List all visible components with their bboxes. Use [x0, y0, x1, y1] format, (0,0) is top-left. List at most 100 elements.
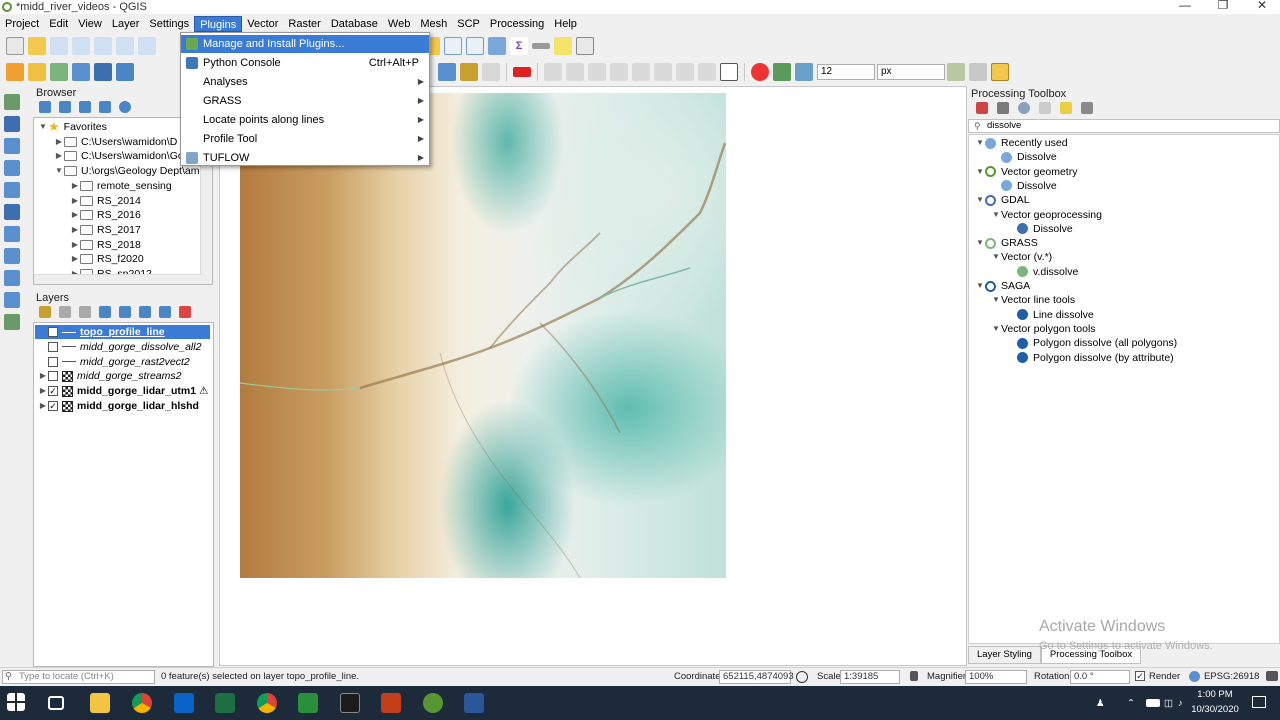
scripts-icon[interactable] — [997, 102, 1009, 114]
plugins-menu-item[interactable]: Analyses ▶ — [181, 73, 429, 91]
menu-scp[interactable]: SCP — [452, 16, 485, 32]
layer-visibility-checkbox[interactable] — [48, 341, 58, 352]
browser-tree-item[interactable]: ▶ RS_f2020 — [70, 252, 144, 266]
chevron-down-icon[interactable]: ▼ — [54, 164, 64, 178]
browser-h-scrollbar[interactable] — [34, 274, 202, 284]
chevron-down-icon[interactable]: ▼ — [975, 165, 985, 179]
chevron-right-icon[interactable]: ▶ — [70, 238, 80, 252]
filter-legend-icon[interactable] — [99, 306, 111, 318]
plugins-menu-item[interactable]: Python Console Ctrl+Alt+P — [181, 54, 429, 72]
processing-tree-item[interactable]: ▼ Recently used — [975, 136, 1068, 150]
text-annotation-icon[interactable] — [576, 37, 594, 55]
processing-tree-item[interactable]: ▼ Vector polygon tools — [991, 322, 1096, 336]
word-icon[interactable] — [464, 693, 484, 713]
manage-theme-icon[interactable] — [79, 306, 91, 318]
processing-tree-item[interactable]: Line dissolve — [1007, 308, 1094, 322]
plugins-menu-item[interactable]: TUFLOW ▶ — [181, 149, 429, 167]
processing-search-input[interactable]: dissolve — [968, 119, 1280, 133]
tab-layer-styling[interactable]: Layer Styling — [968, 646, 1041, 664]
chevron-down-icon[interactable]: ▼ — [991, 208, 1001, 222]
chevron-down-icon[interactable]: ▼ — [991, 293, 1001, 307]
chrome-2-icon[interactable] — [257, 693, 277, 713]
menu-web[interactable]: Web — [383, 16, 415, 32]
chevron-right-icon[interactable]: ▶ — [70, 179, 80, 193]
qgis-taskbar-icon[interactable] — [423, 693, 443, 713]
magnifier-field[interactable]: 100% — [965, 670, 1027, 684]
zoom-layer-icon[interactable] — [116, 37, 134, 55]
layer-row[interactable]: ▶ midd_gorge_streams2 — [38, 369, 182, 383]
plugins-menu-item[interactable]: Manage and Install Plugins... — [181, 35, 429, 53]
georeferencer-icon[interactable] — [438, 63, 456, 81]
lock-scale-icon[interactable] — [910, 671, 918, 681]
expand-layer-icon[interactable]: ▶ — [38, 384, 48, 398]
new-shapefile-icon[interactable] — [50, 63, 68, 81]
options-icon[interactable] — [1081, 102, 1093, 114]
plugin-tool-icon[interactable] — [460, 63, 478, 81]
menu-processing[interactable]: Processing — [485, 16, 549, 32]
locate-input[interactable]: Type to locate (Ctrl+K) — [2, 670, 155, 684]
menu-view[interactable]: View — [73, 16, 107, 32]
field-calculator-icon[interactable] — [466, 37, 484, 55]
clock-time[interactable]: 1:00 PM — [1190, 689, 1240, 700]
notifications-icon[interactable] — [1252, 696, 1266, 708]
expand-layer-icon[interactable]: ▶ — [38, 399, 48, 413]
crs-globe-icon[interactable] — [1189, 671, 1200, 682]
add-spatialite-icon[interactable] — [4, 182, 20, 198]
snapping-grid-icon[interactable] — [720, 63, 738, 81]
layer-row[interactable]: ▶ ✓ midd_gorge_lidar_hlshd — [38, 399, 199, 413]
chevron-right-icon[interactable]: ▶ — [70, 208, 80, 222]
menu-vector[interactable]: Vector — [242, 16, 283, 32]
edit-features-in-place-icon[interactable] — [1060, 102, 1072, 114]
browser-tree-item[interactable]: ▶ RS_2016 — [70, 208, 141, 222]
browser-tree-item[interactable]: ▶ RS_2018 — [70, 238, 141, 252]
style-manager-icon[interactable] — [39, 306, 51, 318]
chevron-down-icon[interactable]: ▼ — [991, 322, 1001, 336]
close-button[interactable]: ✕ — [1242, 0, 1280, 12]
file-explorer-icon[interactable] — [90, 693, 110, 713]
self-snap-icon[interactable] — [991, 63, 1009, 81]
save-edits-icon[interactable] — [94, 63, 112, 81]
info-icon[interactable] — [119, 101, 131, 113]
collapse-all-layers-icon[interactable] — [159, 306, 171, 318]
menu-settings[interactable]: Settings — [144, 16, 194, 32]
scale-field[interactable]: 1:39185 — [840, 670, 900, 684]
results-icon[interactable] — [1039, 102, 1051, 114]
processing-tree-item[interactable]: ▼ Vector geometry — [975, 165, 1077, 179]
snap-unit-select[interactable]: px — [877, 64, 945, 80]
chevron-right-icon[interactable]: ▶ — [70, 223, 80, 237]
start-button-icon[interactable] — [7, 693, 25, 711]
snap-tolerance-input[interactable]: 12 — [817, 64, 875, 80]
acrobat-icon[interactable] — [340, 693, 360, 713]
browser-tree-item[interactable]: ▶ remote_sensing — [70, 179, 172, 193]
menu-edit[interactable]: Edit — [44, 16, 73, 32]
topological-editing-icon[interactable] — [947, 63, 965, 81]
processing-tree-item[interactable]: ▼ GDAL — [975, 193, 1030, 207]
vertex-tool-icon[interactable] — [116, 63, 134, 81]
processing-tree-item[interactable]: ▼ SAGA — [975, 279, 1030, 293]
layer-visibility-checkbox[interactable] — [48, 371, 58, 382]
excel-icon[interactable] — [215, 693, 235, 713]
layer-row[interactable]: ✓ topo_profile_line — [35, 325, 210, 339]
remove-layer-icon[interactable] — [179, 306, 191, 318]
processing-tree-item[interactable]: Dissolve — [991, 179, 1057, 193]
add-selected-icon[interactable] — [39, 101, 51, 113]
attribute-table-icon[interactable] — [444, 37, 462, 55]
browser-tree-item[interactable]: ▶ RS_2014 — [70, 194, 141, 208]
chevron-down-icon[interactable]: ▼ — [975, 193, 985, 207]
browser-tree-item[interactable]: ▶ C:\Users\wamidon\Go — [54, 149, 184, 163]
statistics-icon[interactable]: Σ — [510, 37, 528, 55]
toggle-extents-icon[interactable] — [796, 671, 808, 683]
processing-tree-item[interactable]: ▼ GRASS — [975, 236, 1038, 250]
snapping-icon[interactable] — [751, 63, 769, 81]
snapping-mode-icon[interactable] — [773, 63, 791, 81]
processing-tree-item[interactable]: Polygon dissolve (all polygons) — [1007, 336, 1177, 350]
refresh-icon[interactable] — [59, 101, 71, 113]
layer-visibility-checkbox[interactable]: ✓ — [48, 327, 58, 337]
add-raster-layer-icon[interactable] — [4, 116, 20, 132]
avoid-overlap-icon[interactable] — [969, 63, 987, 81]
browser-tree-item[interactable]: ▶ RS_2017 — [70, 223, 141, 237]
coordinate-field[interactable]: 652115,4874093 — [719, 670, 794, 684]
layer-visibility-checkbox[interactable]: ✓ — [48, 401, 58, 411]
maximize-button[interactable]: ❐ — [1203, 0, 1243, 12]
plugins-menu-item[interactable]: Locate points along lines ▶ — [181, 111, 429, 129]
